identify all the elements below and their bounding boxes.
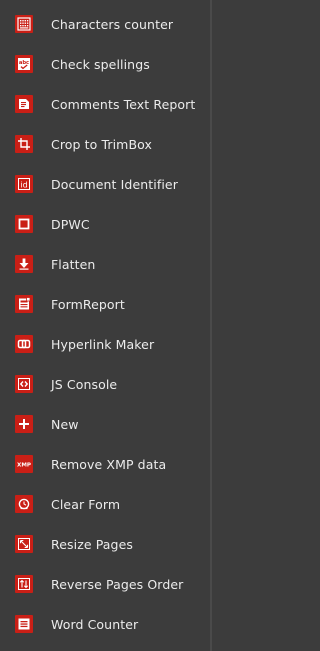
menu-item-label: DPWC	[51, 216, 90, 232]
menu-item-label: FormReport	[51, 296, 125, 312]
form-report-icon	[15, 295, 33, 313]
menu-item-comments-text-report[interactable]: Comments Text Report	[0, 84, 210, 124]
menu-item-reverse-pages-order[interactable]: Reverse Pages Order	[0, 564, 210, 604]
menu-item-js-console[interactable]: JS Console	[0, 364, 210, 404]
document-identifier-icon: id	[15, 175, 33, 193]
menu-item-new[interactable]: New	[0, 404, 210, 444]
dpwc-icon	[15, 215, 33, 233]
tools-menu: Characters counter abc Check spellings C…	[0, 0, 212, 651]
flatten-icon	[15, 255, 33, 273]
menu-item-clear-form[interactable]: Clear Form	[0, 484, 210, 524]
menu-item-characters-counter[interactable]: Characters counter	[0, 4, 210, 44]
menu-item-flatten[interactable]: Flatten	[0, 244, 210, 284]
menu-item-hyperlink-maker[interactable]: Hyperlink Maker	[0, 324, 210, 364]
menu-item-label: Remove XMP data	[51, 456, 167, 472]
hyperlink-icon	[15, 335, 33, 353]
menu-item-label: Clear Form	[51, 496, 121, 512]
menu-item-label: New	[51, 416, 79, 432]
menu-item-label: Crop to TrimBox	[51, 136, 152, 152]
remove-xmp-icon-text: XMP	[17, 463, 31, 469]
menu-item-word-counter[interactable]: Word Counter	[0, 604, 210, 644]
menu-item-label: Document Identifier	[51, 176, 178, 192]
menu-item-formreport[interactable]: FormReport	[0, 284, 210, 324]
menu-item-label: Resize Pages	[51, 536, 133, 552]
menu-item-label: Reverse Pages Order	[51, 576, 184, 592]
js-console-icon	[15, 375, 33, 393]
menu-item-label: Flatten	[51, 256, 96, 272]
menu-item-document-identifier[interactable]: id Document Identifier	[0, 164, 210, 204]
word-counter-icon	[15, 615, 33, 633]
menu-item-remove-xmp-data[interactable]: XMP Remove XMP data	[0, 444, 210, 484]
document-identifier-icon-text: id	[20, 181, 27, 190]
crop-icon	[15, 135, 33, 153]
menu-item-label: Word Counter	[51, 616, 139, 632]
check-spellings-icon: abc	[15, 55, 33, 73]
new-icon	[15, 415, 33, 433]
resize-pages-icon	[15, 535, 33, 553]
characters-counter-icon	[15, 15, 33, 33]
menu-item-label: Hyperlink Maker	[51, 336, 155, 352]
check-spellings-icon-text: abc	[19, 60, 29, 66]
menu-item-dpwc[interactable]: DPWC	[0, 204, 210, 244]
menu-item-label: Comments Text Report	[51, 96, 196, 112]
menu-item-check-spellings[interactable]: abc Check spellings	[0, 44, 210, 84]
clear-form-icon	[15, 495, 33, 513]
reverse-pages-icon	[15, 575, 33, 593]
menu-item-resize-pages[interactable]: Resize Pages	[0, 524, 210, 564]
comments-report-icon	[15, 95, 33, 113]
remove-xmp-icon: XMP	[15, 455, 33, 473]
menu-item-label: Check spellings	[51, 56, 150, 72]
menu-item-label: JS Console	[51, 376, 118, 392]
menu-item-crop-to-trimbox[interactable]: Crop to TrimBox	[0, 124, 210, 164]
menu-item-label: Characters counter	[51, 16, 174, 32]
